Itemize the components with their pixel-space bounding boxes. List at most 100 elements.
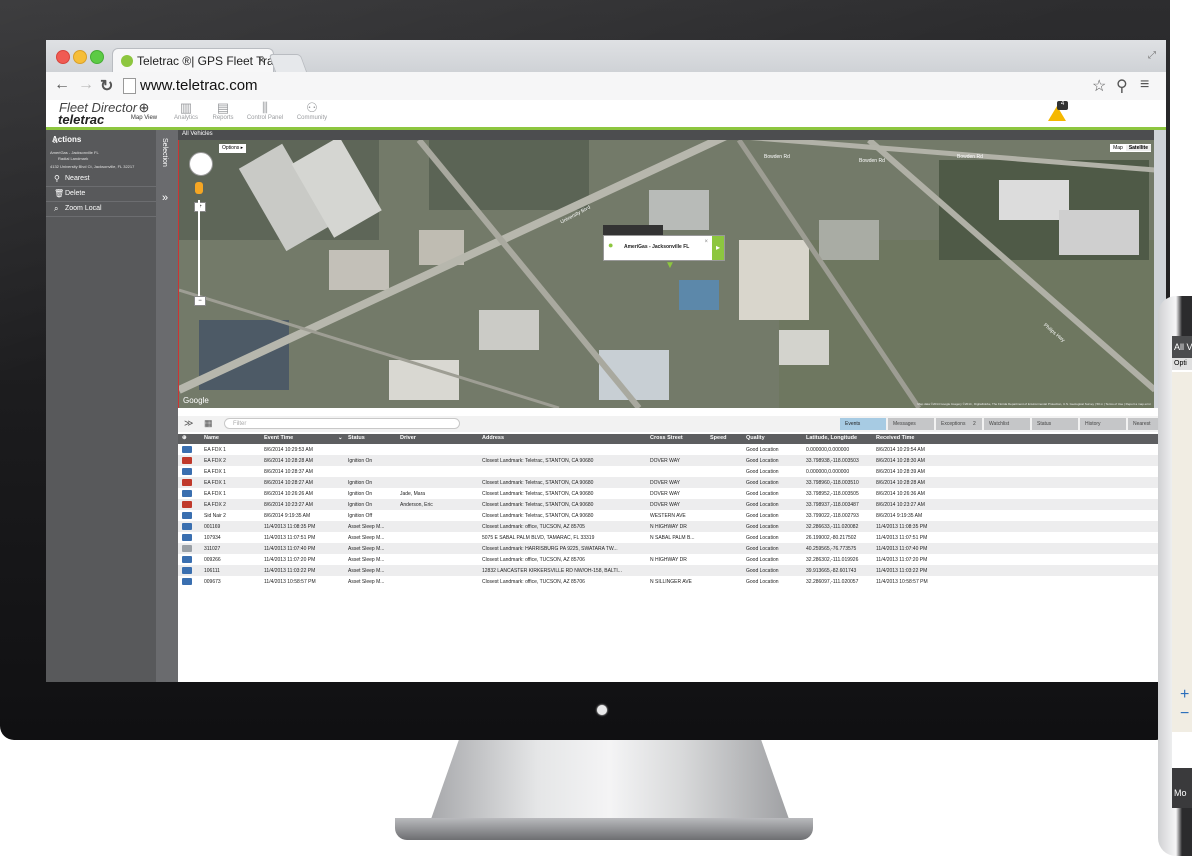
table-cell: Closest Landmark: Teletrac, STANTON, CA … — [482, 502, 594, 508]
table-row[interactable]: Sid Nair 2 8/6/2014 9:19:35 AM Ignition Of… — [178, 510, 1166, 521]
popup-toolbar[interactable] — [603, 225, 663, 235]
table-cell: 11/4/2013 10:58:57 PM — [876, 579, 928, 585]
table-cell: 009673 — [204, 579, 221, 585]
table-cell: 8/6/2014 9:19:35 AM — [264, 513, 311, 519]
collapse-grid-icon[interactable]: ≫ — [184, 418, 193, 429]
expand-icon[interactable]: » — [162, 192, 168, 204]
table-cell: 32.286097,-111.020057 — [806, 579, 859, 585]
zoom-out-button[interactable]: − — [194, 296, 206, 306]
col-received-time[interactable]: Received Time — [876, 435, 914, 441]
table-cell: Ignition On — [348, 458, 373, 464]
table-row[interactable]: EA FDX 1 8/6/2014 10:28:27 AM Ignition On C… — [178, 477, 1166, 488]
landmark-popup[interactable]: ● AmeriGas - Jacksonville FL × ▸ — [603, 235, 725, 261]
map-header: All Vehicles — [178, 130, 1166, 140]
table-cell: 33.798937,-118.003487 — [806, 502, 859, 508]
tab-events[interactable]: Events — [840, 418, 886, 430]
table-cell: 0.000000,0.000000 — [806, 469, 850, 475]
table-cell: Ignition On — [348, 480, 373, 486]
table-cell: 11/4/2013 11:07:40 PM — [876, 546, 928, 552]
table-cell: Good Location — [746, 546, 779, 552]
table-row[interactable]: 009266 11/4/2013 11:07:20 PM Asset Sleep M… — [178, 554, 1166, 565]
zoom-in-button[interactable]: + — [194, 202, 206, 212]
table-cell: 8/6/2014 10:28:28 AM — [264, 458, 313, 464]
col-name[interactable]: Name — [204, 435, 219, 441]
tab-history[interactable]: History — [1080, 418, 1126, 430]
table-row[interactable]: EA FDX 2 8/6/2014 10:23:27 AM Ignition On A… — [178, 499, 1166, 510]
phone-options-bar[interactable]: Opti — [1172, 358, 1192, 370]
action-label: Zoom Local — [65, 205, 102, 212]
table-cell: DOVER WAY — [650, 491, 681, 497]
street-label: Bowden Rd — [764, 154, 790, 160]
table-row[interactable]: 311027 11/4/2013 11:07:40 PM Asset Sleep M… — [178, 543, 1166, 554]
table-cell: 11/4/2013 11:03:22 PM — [876, 568, 928, 574]
table-cell: N HIGHWAY DR — [650, 524, 687, 530]
table-cell: EA FDX 1 — [204, 469, 226, 475]
popup-details-arrow-icon[interactable]: ▸ — [712, 236, 724, 260]
table-cell: 5075 E SABAL PALM BLVD, TAMARAC, FL 3331… — [482, 535, 595, 541]
zoom-slider[interactable] — [198, 200, 200, 300]
grid-toolbar: ≫ ▦ Filter Events Messages Exceptions 2 … — [178, 416, 1166, 432]
col-address[interactable]: Address — [482, 435, 504, 441]
table-cell: 8/6/2014 10:28:28 AM — [876, 480, 925, 486]
tab-exceptions[interactable]: Exceptions — [936, 418, 970, 430]
table-cell: 33.798938,-118.003503 — [806, 458, 859, 464]
delete-action[interactable]: 🗑 Delete — [46, 187, 156, 202]
street-view-pegman-icon[interactable] — [195, 182, 203, 194]
table-row[interactable]: 009673 11/4/2013 10:58:57 PM Asset Sleep M… — [178, 576, 1166, 587]
selection-sidebar[interactable]: Selection » — [156, 130, 178, 682]
col-quality[interactable]: Quality — [746, 435, 765, 441]
table-row[interactable]: EA FDX 2 8/6/2014 10:28:28 AM Ignition On C… — [178, 455, 1166, 466]
phone-zoom-out-button[interactable]: − — [1180, 705, 1189, 723]
select-all-icon[interactable]: ⊕ — [182, 435, 187, 441]
table-row[interactable]: EA FDX 1 8/6/2014 10:29:53 AM Good Locatio… — [178, 444, 1166, 455]
phone-map[interactable] — [1172, 372, 1192, 732]
col-speed[interactable]: Speed — [710, 435, 727, 441]
map-type-map[interactable]: Map — [1110, 145, 1126, 151]
nearest-action[interactable]: ⚲ Nearest — [46, 172, 156, 187]
map-options-button[interactable]: Options ▸ — [219, 144, 247, 153]
pan-control[interactable] — [189, 152, 213, 176]
location-address: 4132 University Blvd Ct, Jacksonville, F… — [50, 164, 135, 169]
vehicle-icon — [182, 468, 192, 475]
monitor-stand — [430, 740, 790, 822]
table-row[interactable]: 106111 11/4/2013 11:03:22 PM Asset Sleep M… — [178, 565, 1166, 576]
columns-icon[interactable]: ▦ — [204, 418, 213, 429]
phone-bottom-bar[interactable]: Mo — [1172, 768, 1192, 808]
table-cell: Asset Sleep M... — [348, 568, 385, 574]
phone-zoom-in-button[interactable]: + — [1180, 686, 1189, 704]
table-cell: Ignition Off — [348, 513, 373, 519]
table-row[interactable]: 001169 11/4/2013 11:08:35 PM Asset Sleep M… — [178, 521, 1166, 532]
table-cell: 8/6/2014 10:26:36 AM — [876, 491, 925, 497]
sort-icon[interactable]: ⌄ — [338, 435, 343, 441]
actions-panel: Actions « AmeriGas - Jacksonville FL Rad… — [46, 130, 156, 682]
col-lat-long[interactable]: Latitude, Longitude — [806, 435, 857, 441]
filter-input[interactable]: Filter — [224, 418, 460, 429]
table-cell: EA FDX 2 — [204, 502, 226, 508]
table-row[interactable]: EA FDX 1 8/6/2014 10:26:26 AM Ignition On J… — [178, 488, 1166, 499]
zoom-local-action[interactable]: ⌕ Zoom Local — [46, 202, 156, 217]
table-cell: 8/6/2014 10:28:37 AM — [264, 469, 313, 475]
popup-close-icon[interactable]: × — [704, 239, 708, 245]
vehicle-icon — [182, 501, 192, 508]
satellite-map[interactable]: + − Options ▸ MapSatellite Bowden Rd Bow… — [178, 140, 1155, 408]
table-row[interactable]: EA FDX 1 8/6/2014 10:28:37 AM Good Locatio… — [178, 466, 1166, 477]
vehicle-marker-icon[interactable]: ▼ — [665, 260, 675, 271]
table-cell: EA FDX 1 — [204, 447, 226, 453]
table-cell: EA FDX 1 — [204, 491, 226, 497]
collapse-icon[interactable]: « — [52, 135, 152, 147]
tab-messages[interactable]: Messages — [888, 418, 934, 430]
table-cell: Closest Landmark: office, TUCSON, AZ 857… — [482, 524, 585, 530]
table-row[interactable]: 107934 11/4/2013 11:07:51 PM Asset Sleep M… — [178, 532, 1166, 543]
table-cell: Closest Landmark: HARRISBURG PA 9225, SW… — [482, 546, 618, 552]
col-event-time[interactable]: Event Time — [264, 435, 293, 441]
filter-placeholder: Filter — [233, 421, 247, 427]
tab-watchlist[interactable]: Watchlist — [984, 418, 1030, 430]
col-status[interactable]: Status — [348, 435, 365, 441]
col-cross-street[interactable]: Cross Street — [650, 435, 683, 441]
table-cell: 11/4/2013 11:07:20 PM — [876, 557, 928, 563]
map-type-satellite[interactable]: Satellite — [1125, 145, 1151, 151]
col-driver[interactable]: Driver — [400, 435, 416, 441]
tab-status[interactable]: Status — [1032, 418, 1078, 430]
map-type-toggle[interactable]: Map Satellite — [1110, 144, 1151, 152]
table-cell: 8/6/2014 10:28:39 AM — [876, 469, 925, 475]
